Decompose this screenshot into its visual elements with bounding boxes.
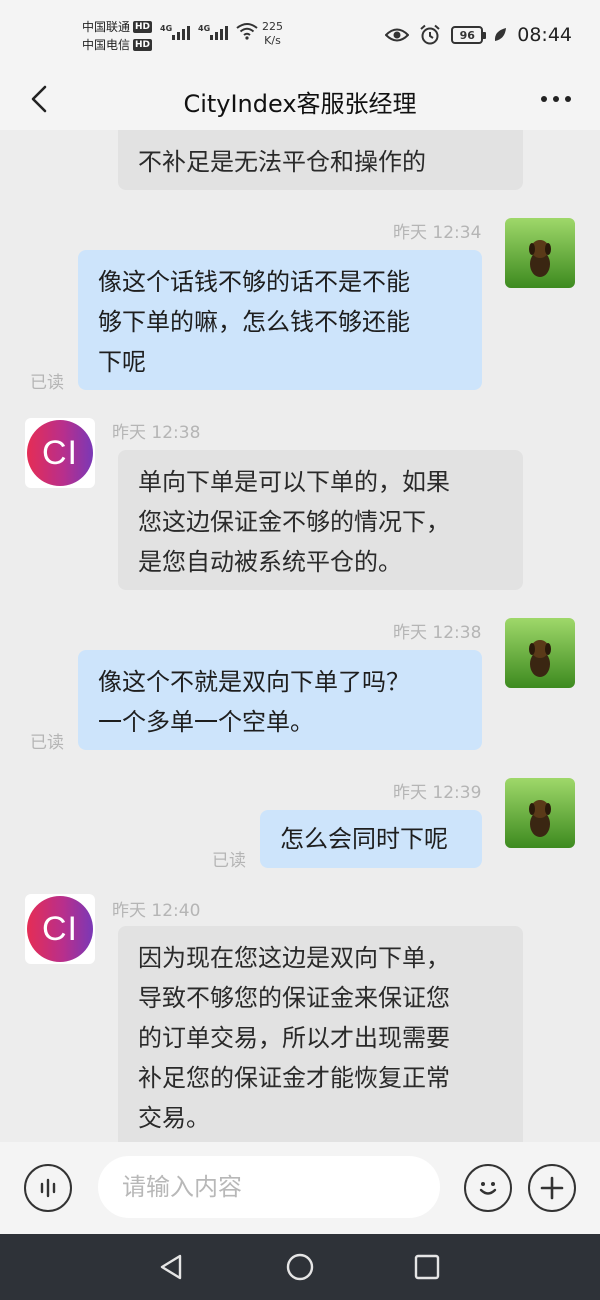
add-button[interactable] bbox=[528, 1164, 576, 1212]
message-line: 是您自动被系统平仓的。 bbox=[138, 548, 402, 576]
message-bubble-outgoing[interactable]: 像这个话钱不够的话不是不能 够下单的嘛，怎么钱不够还能 下呢 bbox=[78, 250, 482, 390]
message-bubble-incoming[interactable]: 单向下单是可以下单的，如果 您这边保证金不够的情况下， 是您自动被系统平仓的。 bbox=[118, 450, 523, 590]
wifi-icon bbox=[236, 23, 258, 40]
more-button[interactable] bbox=[536, 82, 576, 116]
voice-button[interactable] bbox=[24, 1164, 72, 1212]
more-dots-icon bbox=[541, 96, 571, 102]
emoji-button[interactable] bbox=[464, 1164, 512, 1212]
user-avatar[interactable] bbox=[505, 618, 575, 688]
message-line: 下呢 bbox=[98, 348, 146, 376]
system-nav-bar bbox=[0, 1234, 600, 1300]
message-line: 像这个不就是双向下单了吗？ bbox=[98, 668, 410, 696]
nav-back-button[interactable] bbox=[155, 1251, 187, 1283]
alarm-icon bbox=[420, 24, 440, 45]
puppy-avatar-icon bbox=[505, 618, 575, 688]
puppy-avatar-icon bbox=[505, 778, 575, 848]
message-input[interactable] bbox=[98, 1156, 440, 1218]
agent-avatar[interactable]: CI bbox=[25, 894, 95, 964]
message-line: 导致不够您的保证金来保证您 bbox=[138, 984, 450, 1012]
message-bubble-outgoing[interactable]: 像这个不就是双向下单了吗？ 一个多单一个空单。 bbox=[78, 650, 482, 750]
voice-icon bbox=[40, 1178, 56, 1198]
message-time: 昨天 12:40 bbox=[112, 901, 201, 921]
message-line: 因为现在您这边是双向下单， bbox=[138, 944, 450, 972]
nav-recent-button[interactable] bbox=[411, 1251, 443, 1283]
message-bubble-outgoing[interactable]: 怎么会同时下呢 bbox=[260, 810, 482, 868]
message-line: 您这边保证金不够的情况下， bbox=[138, 508, 450, 536]
signal-icon: 4G bbox=[198, 24, 228, 40]
message-bubble-incoming[interactable]: 因为现在您这边是双向下单， 导致不够您的保证金来保证您 的订单交易，所以才出现需… bbox=[118, 926, 523, 1142]
message-line: 像这个话钱不够的话不是不能 bbox=[98, 268, 410, 296]
message-bubble-incoming[interactable]: 不补足是无法平仓和操作的 bbox=[118, 130, 523, 190]
cityindex-logo: CI bbox=[27, 420, 93, 486]
triangle-back-icon bbox=[160, 1254, 182, 1280]
emoji-icon bbox=[479, 1182, 497, 1195]
signal-icon: 4G bbox=[160, 24, 190, 40]
chat-header: CityIndex客服张经理 bbox=[0, 68, 600, 130]
read-status: 已读 bbox=[30, 373, 64, 393]
battery-indicator: 96 bbox=[451, 26, 487, 44]
status-right: 96 08:44 bbox=[385, 24, 572, 46]
leaf-icon bbox=[495, 28, 507, 41]
carrier-name-2: 中国电信 bbox=[82, 38, 131, 52]
carrier-info: 中国联通 HD 中国电信 HD bbox=[82, 18, 153, 54]
message-line: 一个多单一个空单。 bbox=[98, 708, 314, 736]
read-status: 已读 bbox=[212, 851, 246, 871]
agent-avatar[interactable]: CI bbox=[25, 418, 95, 488]
hd-badge: HD bbox=[133, 39, 153, 51]
hd-badge: HD bbox=[133, 21, 153, 33]
circle-home-icon bbox=[286, 1253, 314, 1281]
message-line: 交易。 bbox=[138, 1104, 210, 1132]
clock: 08:44 bbox=[517, 24, 572, 46]
eye-icon bbox=[385, 28, 410, 42]
message-line: 不补足是无法平仓和操作的 bbox=[138, 148, 426, 176]
user-avatar[interactable] bbox=[505, 778, 575, 848]
puppy-avatar-icon bbox=[505, 218, 575, 288]
message-line: 够下单的嘛，怎么钱不够还能 bbox=[98, 308, 410, 336]
read-status: 已读 bbox=[30, 733, 64, 753]
message-time: 昨天 12:38 bbox=[112, 423, 201, 443]
nav-home-button[interactable] bbox=[284, 1251, 316, 1283]
message-time: 昨天 12:38 bbox=[393, 623, 482, 643]
message-line: 单向下单是可以下单的，如果 bbox=[138, 468, 450, 496]
message-line: 的订单交易，所以才出现需要 bbox=[138, 1024, 450, 1052]
status-bar: 中国联通 HD 中国电信 HD 4G 4G 225 K/s 96 08:44 bbox=[0, 0, 600, 68]
network-indicators: 4G 4G bbox=[160, 22, 258, 40]
page-title: CityIndex客服张经理 bbox=[183, 90, 417, 118]
message-time: 昨天 12:34 bbox=[393, 223, 482, 243]
carrier-name-1: 中国联通 bbox=[82, 20, 131, 34]
message-time: 昨天 12:39 bbox=[393, 783, 482, 803]
cityindex-logo: CI bbox=[27, 896, 93, 962]
square-recent-icon bbox=[414, 1254, 440, 1280]
message-line: 怎么会同时下呢 bbox=[280, 825, 448, 853]
message-list[interactable]: 不补足是无法平仓和操作的 昨天 12:34 像这个话钱不够的话不是不能 够下单的… bbox=[0, 130, 600, 1142]
network-speed: 225 K/s bbox=[262, 20, 283, 47]
message-line: 补足您的保证金才能恢复正常 bbox=[138, 1064, 450, 1092]
input-bar bbox=[0, 1142, 600, 1234]
plus-icon bbox=[540, 1176, 564, 1200]
user-avatar[interactable] bbox=[505, 218, 575, 288]
